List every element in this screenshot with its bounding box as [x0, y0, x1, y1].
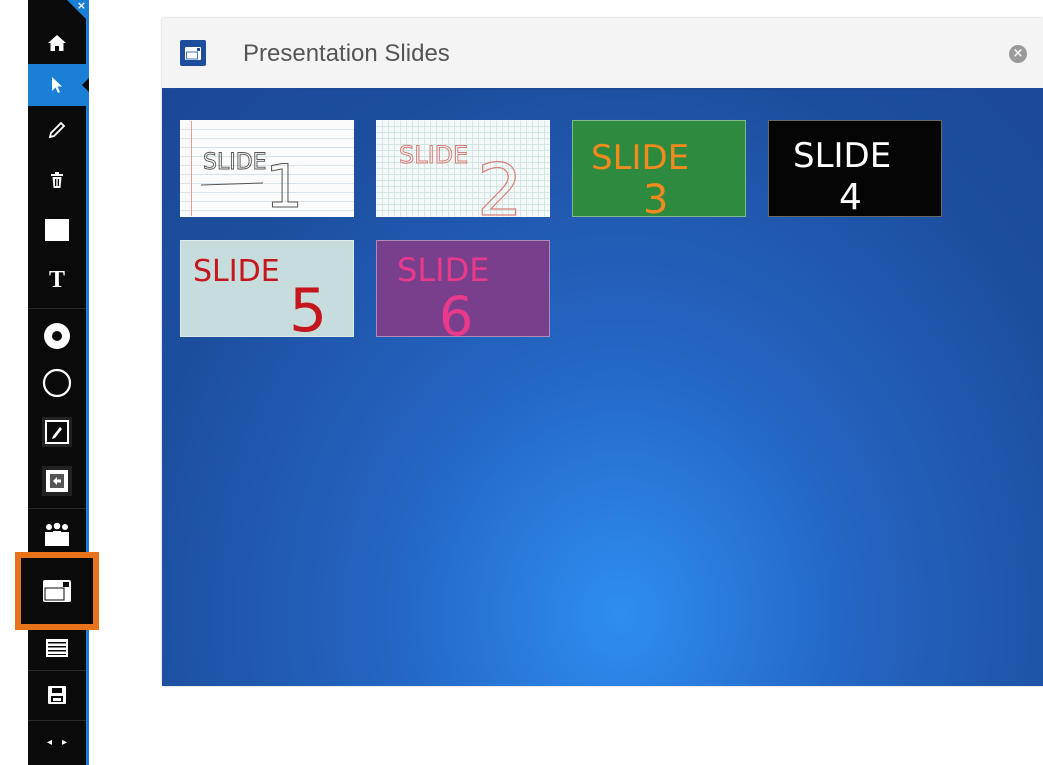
participants-icon: [45, 522, 69, 546]
slide-thumbnail-2[interactable]: SLIDE 2: [376, 120, 550, 217]
home-icon: [48, 35, 66, 51]
presentation-panel: Presentation Slides × SLIDE 1 SLIDE 2 SL…: [162, 18, 1043, 686]
pointer-icon: [52, 77, 62, 93]
slide-6-number: 6: [439, 285, 473, 337]
slide-4-number: 4: [839, 177, 862, 217]
rectangle-icon: [45, 219, 69, 241]
toolbar-edge: [86, 0, 89, 765]
pen-icon: [48, 121, 66, 139]
slide-5-word: SLIDE: [193, 254, 280, 289]
slide-thumbnail-5[interactable]: SLIDE 5: [180, 240, 354, 337]
slides-button[interactable]: [15, 552, 99, 630]
fill-icon: [42, 466, 72, 496]
pen-color-button[interactable]: [28, 410, 86, 454]
fill-color-button[interactable]: [28, 458, 86, 504]
slide-3-number: 3: [643, 177, 668, 217]
slide-thumbnail-4[interactable]: SLIDE 4: [768, 120, 942, 217]
slides-icon: [43, 580, 71, 602]
list-icon: [46, 639, 68, 657]
panel-close-button[interactable]: ×: [1009, 45, 1027, 63]
save-icon: [48, 686, 66, 704]
nav-arrows: ◂ ▸: [28, 726, 86, 758]
pen-color-icon: [42, 417, 72, 447]
text-icon: T: [48, 266, 65, 293]
toolbar: × T ◂ ▸: [15, 0, 99, 765]
next-arrow-icon[interactable]: ▸: [62, 737, 67, 748]
save-button[interactable]: [28, 674, 86, 716]
slide-3-word: SLIDE: [591, 138, 689, 178]
select-tool-button[interactable]: [28, 64, 89, 106]
color-button[interactable]: [28, 360, 86, 406]
slide-thumbnail-3[interactable]: SLIDE 3: [572, 120, 746, 217]
slide-thumbnail-1[interactable]: SLIDE 1: [180, 120, 354, 217]
line-weight-button[interactable]: [28, 314, 86, 358]
slide-2-number: 2: [477, 148, 523, 217]
delete-button[interactable]: [28, 158, 86, 202]
slide-5-number: 5: [289, 276, 327, 337]
prev-arrow-icon[interactable]: ◂: [47, 737, 52, 748]
slide-2-word: SLIDE: [399, 141, 468, 169]
slide-1-number: 1: [265, 152, 303, 217]
pen-tool-button[interactable]: [28, 108, 86, 152]
trash-icon: [51, 172, 63, 188]
slide-4-word: SLIDE: [793, 136, 891, 176]
slides-panel-icon: [180, 40, 206, 66]
rectangle-tool-button[interactable]: [28, 208, 86, 252]
panel-header: Presentation Slides ×: [162, 18, 1043, 90]
home-button[interactable]: [28, 22, 86, 64]
panel-title: Presentation Slides: [243, 40, 450, 67]
slide-thumbnail-6[interactable]: SLIDE 6: [376, 240, 550, 337]
circle-icon: [42, 368, 72, 398]
slide-1-word: SLIDE: [203, 150, 267, 175]
slide-6-word: SLIDE: [397, 251, 489, 289]
list-button[interactable]: [28, 630, 86, 666]
participants-button[interactable]: [28, 512, 86, 552]
slides-grid: SLIDE 1 SLIDE 2 SLIDE 3 SLIDE 4 SLIDE 5 …: [162, 90, 1043, 686]
line-weight-icon: [44, 323, 70, 349]
close-icon: ×: [76, 0, 86, 12]
text-tool-button[interactable]: T: [28, 258, 86, 302]
slides-button-inner: [21, 558, 93, 624]
